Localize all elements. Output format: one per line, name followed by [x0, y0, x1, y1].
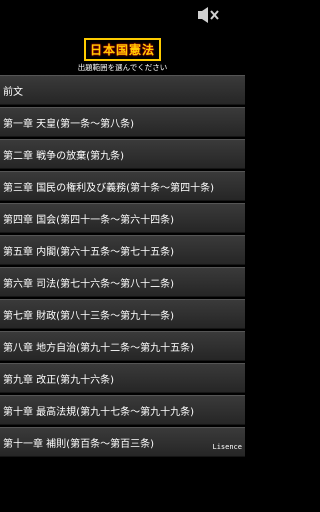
chapter-item-1[interactable]: 第一章 天皇(第一条〜第八条)	[0, 107, 245, 137]
chapter-item-preamble[interactable]: 前文	[0, 75, 245, 105]
chapter-item-11[interactable]: 第十一章 補則(第百条〜第百三条)	[0, 427, 245, 457]
chapter-item-5[interactable]: 第五章 内閣(第六十五条〜第七十五条)	[0, 235, 245, 265]
chapter-item-7[interactable]: 第七章 財政(第八十三条〜第九十一条)	[0, 299, 245, 329]
chapter-item-2[interactable]: 第二章 戦争の放棄(第九条)	[0, 139, 245, 169]
instruction-text: 出題範囲を選んでください	[77, 63, 168, 72]
license-link[interactable]: Lisence	[212, 443, 242, 451]
chapter-item-4[interactable]: 第四章 国会(第四十一条〜第六十四条)	[0, 203, 245, 233]
chapter-item-3[interactable]: 第三章 国民の権利及び義務(第十条〜第四十条)	[0, 171, 245, 201]
chapter-list: 前文 第一章 天皇(第一条〜第八条) 第二章 戦争の放棄(第九条) 第三章 国民…	[0, 75, 245, 459]
chapter-item-9[interactable]: 第九章 改正(第九十六条)	[0, 363, 245, 393]
chapter-item-6[interactable]: 第六章 司法(第七十六条〜第八十二条)	[0, 267, 245, 297]
chapter-item-10[interactable]: 第十章 最高法規(第九十七条〜第九十九条)	[0, 395, 245, 425]
speaker-mute-icon[interactable]	[197, 6, 219, 24]
app-title: 日本国憲法	[83, 38, 161, 61]
chapter-item-8[interactable]: 第八章 地方自治(第九十二条〜第九十五条)	[0, 331, 245, 361]
